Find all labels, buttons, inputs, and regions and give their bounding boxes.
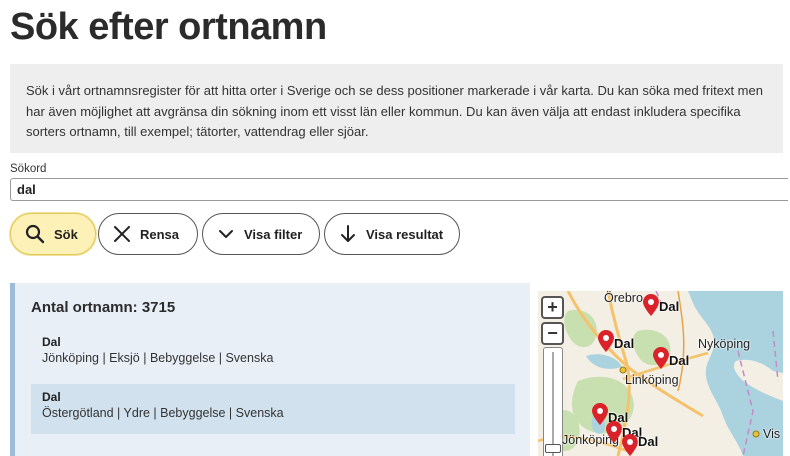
map-pin-icon[interactable]	[598, 330, 614, 352]
search-icon	[25, 224, 45, 244]
map-pin-icon[interactable]	[622, 434, 638, 456]
arrow-down-icon	[341, 225, 355, 242]
close-icon	[114, 226, 130, 242]
results-count: Antal ortnamn: 3715	[31, 299, 176, 316]
clear-button[interactable]: Rensa	[98, 213, 198, 255]
page-title: Sök efter ortnamn	[10, 6, 327, 48]
show-filter-button[interactable]: Visa filter	[202, 213, 320, 255]
map-pin-label: Dal	[638, 434, 659, 449]
zoom-handle[interactable]	[545, 444, 561, 453]
chevron-down-icon	[219, 230, 233, 238]
result-meta: Östergötland | Ydre | Bebyggelse | Svens…	[42, 406, 284, 420]
map-place-label: Örebro	[604, 291, 643, 305]
zoom-out-button[interactable]: −	[541, 322, 564, 345]
result-name: Dal	[42, 390, 61, 404]
clear-button-label: Rensa	[140, 226, 180, 242]
result-meta: Jönköping | Eksjö | Bebyggelse | Svenska	[42, 351, 274, 365]
map-pin-label: Dal	[659, 299, 680, 314]
results-panel: Antal ortnamn: 3715 Dal Jönköping | Eksj…	[10, 283, 530, 456]
map-pin-icon[interactable]	[606, 421, 622, 443]
zoom-track	[552, 352, 554, 456]
search-button-label: Sök	[54, 226, 78, 242]
map-pin-icon[interactable]	[643, 294, 659, 316]
show-filter-button-label: Visa filter	[244, 226, 303, 242]
map-place-label: Vis	[763, 427, 781, 441]
show-results-button-label: Visa resultat	[366, 226, 444, 242]
search-button[interactable]: Sök	[10, 213, 96, 255]
search-input[interactable]	[10, 178, 788, 201]
map-pin-icon[interactable]	[653, 347, 669, 369]
map-place-label: Nyköping	[698, 337, 751, 351]
map-place-label: Linköping	[625, 373, 679, 387]
result-item[interactable]: Dal Östergötland | Ydre | Bebyggelse | S…	[31, 384, 515, 434]
show-results-button[interactable]: Visa resultat	[324, 213, 460, 255]
result-item[interactable]: Dal Jönköping | Eksjö | Bebyggelse | Sve…	[31, 329, 515, 379]
result-name: Dal	[42, 335, 61, 349]
zoom-in-button[interactable]: +	[541, 296, 564, 319]
search-label: Sökord	[10, 163, 47, 175]
zoom-slider[interactable]	[543, 347, 563, 456]
map-pin-label: Dal	[614, 336, 635, 351]
intro-text: Sök i vårt ortnamnsregister för att hitt…	[10, 64, 783, 153]
map[interactable]: + − Örebro Nyköping Linköping Jönköping …	[538, 291, 783, 456]
map-pin-label: Dal	[669, 353, 690, 368]
